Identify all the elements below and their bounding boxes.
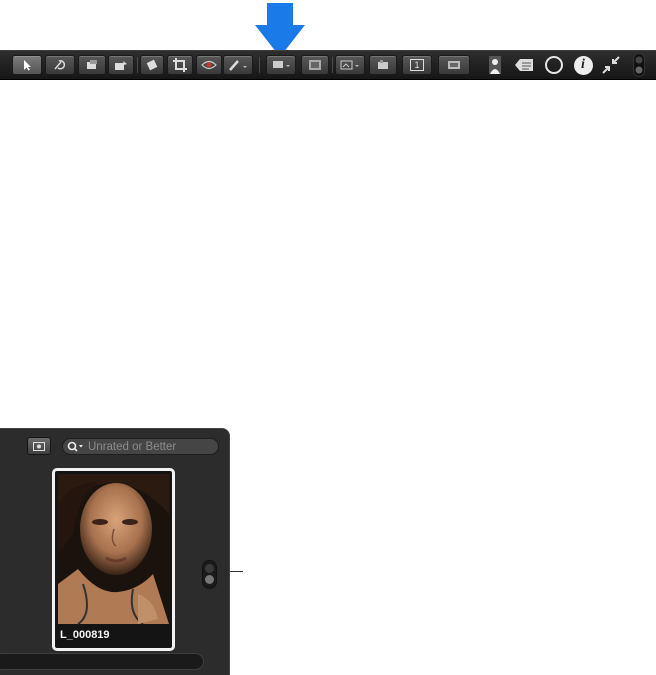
filmstrip-layout-button[interactable] xyxy=(301,55,329,75)
viewer-icon xyxy=(340,60,359,70)
keywords-button[interactable] xyxy=(512,55,536,75)
multi-view-icon xyxy=(378,60,388,69)
straighten-tool-button[interactable] xyxy=(45,55,75,75)
full-screen-icon xyxy=(448,61,460,69)
viewer-mode-button[interactable] xyxy=(335,55,365,75)
loupe-button[interactable] xyxy=(542,55,566,75)
straighten-icon xyxy=(54,60,66,70)
toggle-switch-icon xyxy=(633,53,645,77)
main-toolbar: 1 i xyxy=(0,50,656,80)
lift-icon xyxy=(87,60,97,69)
full-screen-button[interactable] xyxy=(438,55,470,75)
filmstrip-icon xyxy=(309,60,321,70)
person-icon xyxy=(489,56,501,74)
crop-icon xyxy=(173,58,187,72)
multi-view-button[interactable] xyxy=(369,55,397,75)
photo-thumbnail[interactable]: L_000819 xyxy=(52,468,175,651)
rotate-tool-button[interactable] xyxy=(140,55,164,75)
view-options-button[interactable] xyxy=(27,437,51,455)
thumbnail-view-icon xyxy=(33,441,45,451)
filter-search-field[interactable]: Unrated or Better xyxy=(62,438,219,455)
browser-panel: Unrated or Better L_000819 xyxy=(0,428,230,675)
eye-icon xyxy=(201,60,217,70)
toolbar-toggle[interactable] xyxy=(631,53,647,77)
tag-icon xyxy=(515,59,533,71)
info-label: i xyxy=(581,57,585,72)
loupe-icon xyxy=(545,56,563,74)
search-placeholder: Unrated or Better xyxy=(88,440,177,453)
callout-leader-line xyxy=(230,571,243,572)
browser-layout-button[interactable] xyxy=(266,55,296,75)
portrait-photo xyxy=(58,474,169,624)
photo-name: L_000819 xyxy=(60,629,110,641)
horizontal-scrollbar[interactable] xyxy=(0,653,204,670)
brush-icon xyxy=(229,60,247,71)
monitor-icon xyxy=(273,61,290,68)
faces-button[interactable] xyxy=(485,55,505,75)
rotate-icon xyxy=(146,59,158,71)
red-eye-tool-button[interactable] xyxy=(196,55,222,75)
single-image-button[interactable]: 1 xyxy=(402,55,432,75)
crop-tool-button[interactable] xyxy=(167,55,193,75)
single-image-icon: 1 xyxy=(410,59,424,71)
thumbnail-size-slider[interactable] xyxy=(202,560,217,589)
brush-tool-button[interactable] xyxy=(223,55,253,75)
info-icon: i xyxy=(573,55,593,75)
arrow-pointer-icon xyxy=(24,60,31,71)
shrink-icon xyxy=(602,56,620,74)
lift-tool-button[interactable] xyxy=(78,55,106,75)
stamp-icon xyxy=(115,61,127,70)
search-icon xyxy=(67,441,83,452)
selection-tool-button[interactable] xyxy=(12,55,42,75)
stamp-tool-button[interactable] xyxy=(108,55,134,75)
callout-arrow-icon xyxy=(255,3,305,57)
info-button[interactable]: i xyxy=(571,55,595,75)
shrink-button[interactable] xyxy=(599,55,623,75)
